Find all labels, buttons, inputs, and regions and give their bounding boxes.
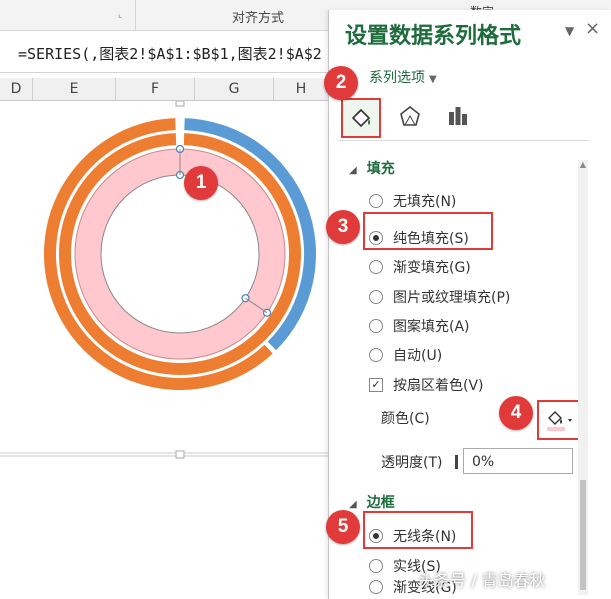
radio-no-fill[interactable]	[369, 194, 383, 208]
radio-auto-fill[interactable]	[369, 348, 383, 362]
series-options-tab[interactable]	[440, 98, 476, 134]
column-header-h[interactable]: H	[274, 78, 329, 100]
callout-badge-4: 4	[499, 396, 533, 430]
column-header-g[interactable]: G	[195, 78, 274, 100]
no-line-highlight	[363, 511, 473, 549]
series-options-label: 系列选项	[369, 70, 425, 86]
doughnut-chart[interactable]	[0, 101, 330, 599]
dialog-launcher-icon[interactable]: ⌞	[118, 10, 122, 20]
inner-ring-pink[interactable]	[75, 149, 285, 359]
fill-option-pattern[interactable]: 图案填充(A)	[369, 315, 470, 337]
radio-gradient-line[interactable]	[369, 580, 383, 594]
series-options-dropdown[interactable]: 系列选项 ▼	[369, 67, 437, 87]
transparency-slider[interactable]	[455, 455, 458, 469]
fill-color-button[interactable]	[537, 400, 581, 440]
fill-option-label: 图片或纹理填充(P)	[393, 290, 511, 306]
selection-handle-3[interactable]	[262, 308, 272, 317]
transparency-label: 透明度(T)	[381, 455, 443, 471]
scroll-up-icon[interactable]: ▲	[578, 160, 588, 169]
fill-section-header[interactable]: ◢ 填充	[349, 158, 395, 178]
chart-resize-handle-top[interactable]	[175, 101, 185, 107]
fill-option-auto[interactable]: 自动(U)	[369, 344, 442, 366]
vary-colors-label: 按扇区着色(V)	[393, 378, 484, 394]
fill-option-label: 图案填充(A)	[393, 319, 470, 335]
column-header-d[interactable]: D	[0, 78, 33, 100]
column-header-f[interactable]: F	[116, 78, 195, 100]
pane-menu-icon[interactable]: ▼	[565, 24, 574, 38]
ribbon-divider	[135, 0, 136, 30]
bar-chart-icon	[449, 107, 467, 125]
border-section-label: 边框	[366, 495, 395, 511]
pane-title: 设置数据系列格式	[345, 24, 522, 49]
fill-option-none[interactable]: 无填充(N)	[369, 190, 456, 212]
callout-badge-3: 3	[326, 210, 360, 244]
chart-rings	[44, 118, 316, 390]
fill-section-label: 填充	[366, 161, 395, 177]
close-icon[interactable]: ×	[585, 18, 600, 39]
chevron-down-icon: ▼	[429, 74, 437, 85]
transparency-input[interactable]: 0%	[463, 448, 573, 474]
column-header-e[interactable]: E	[33, 78, 116, 100]
vary-colors-checkbox[interactable]: ✓	[369, 378, 383, 392]
fill-option-label: 渐变填充(G)	[393, 260, 471, 276]
format-data-series-pane: 设置数据系列格式 ▼ × 系列选项▼ ◢填充 无填充(N) 纯色填充(S)	[328, 10, 611, 599]
watermark-text: 头条号 / 青岛春秋	[418, 571, 546, 590]
callout-badge-5: 5	[326, 510, 360, 544]
collapse-triangle-icon: ◢	[349, 499, 357, 510]
radio-picture-fill[interactable]	[369, 290, 383, 304]
effects-tab[interactable]	[392, 98, 428, 134]
color-label: 颜色(C)	[381, 411, 430, 427]
chart-resize-handle-bottom[interactable]	[175, 450, 185, 459]
fill-option-label: 无填充(N)	[393, 194, 457, 210]
paint-bucket-icon	[351, 108, 371, 128]
radio-gradient-fill[interactable]	[369, 260, 383, 274]
solid-fill-highlight	[363, 212, 493, 250]
radio-pattern-fill[interactable]	[369, 319, 383, 333]
border-section-header[interactable]: ◢ 边框	[349, 492, 395, 512]
paint-bucket-icon	[547, 411, 572, 431]
scrollbar-thumb[interactable]	[580, 480, 586, 590]
inner-ring-inner-outline[interactable]	[100, 174, 260, 334]
callout-badge-2: 2	[324, 66, 358, 100]
pane-separator	[339, 140, 589, 141]
callout-badge-1: 1	[184, 166, 218, 200]
formula-text[interactable]: =SERIES(,图表2!$A$1:$B$1,图表2!$A$2	[18, 43, 322, 64]
pentagon-icon	[400, 105, 420, 126]
radio-solid-line[interactable]	[369, 559, 383, 573]
fill-option-label: 自动(U)	[393, 348, 443, 364]
ribbon-group-align: 对齐方式	[232, 11, 285, 26]
vary-colors-option[interactable]: ✓ 按扇区着色(V)	[369, 374, 484, 396]
fill-line-tab[interactable]	[341, 98, 381, 138]
fill-option-picture[interactable]: 图片或纹理填充(P)	[369, 286, 510, 308]
collapse-triangle-icon: ◢	[349, 165, 357, 176]
fill-option-gradient[interactable]: 渐变填充(G)	[369, 256, 471, 278]
